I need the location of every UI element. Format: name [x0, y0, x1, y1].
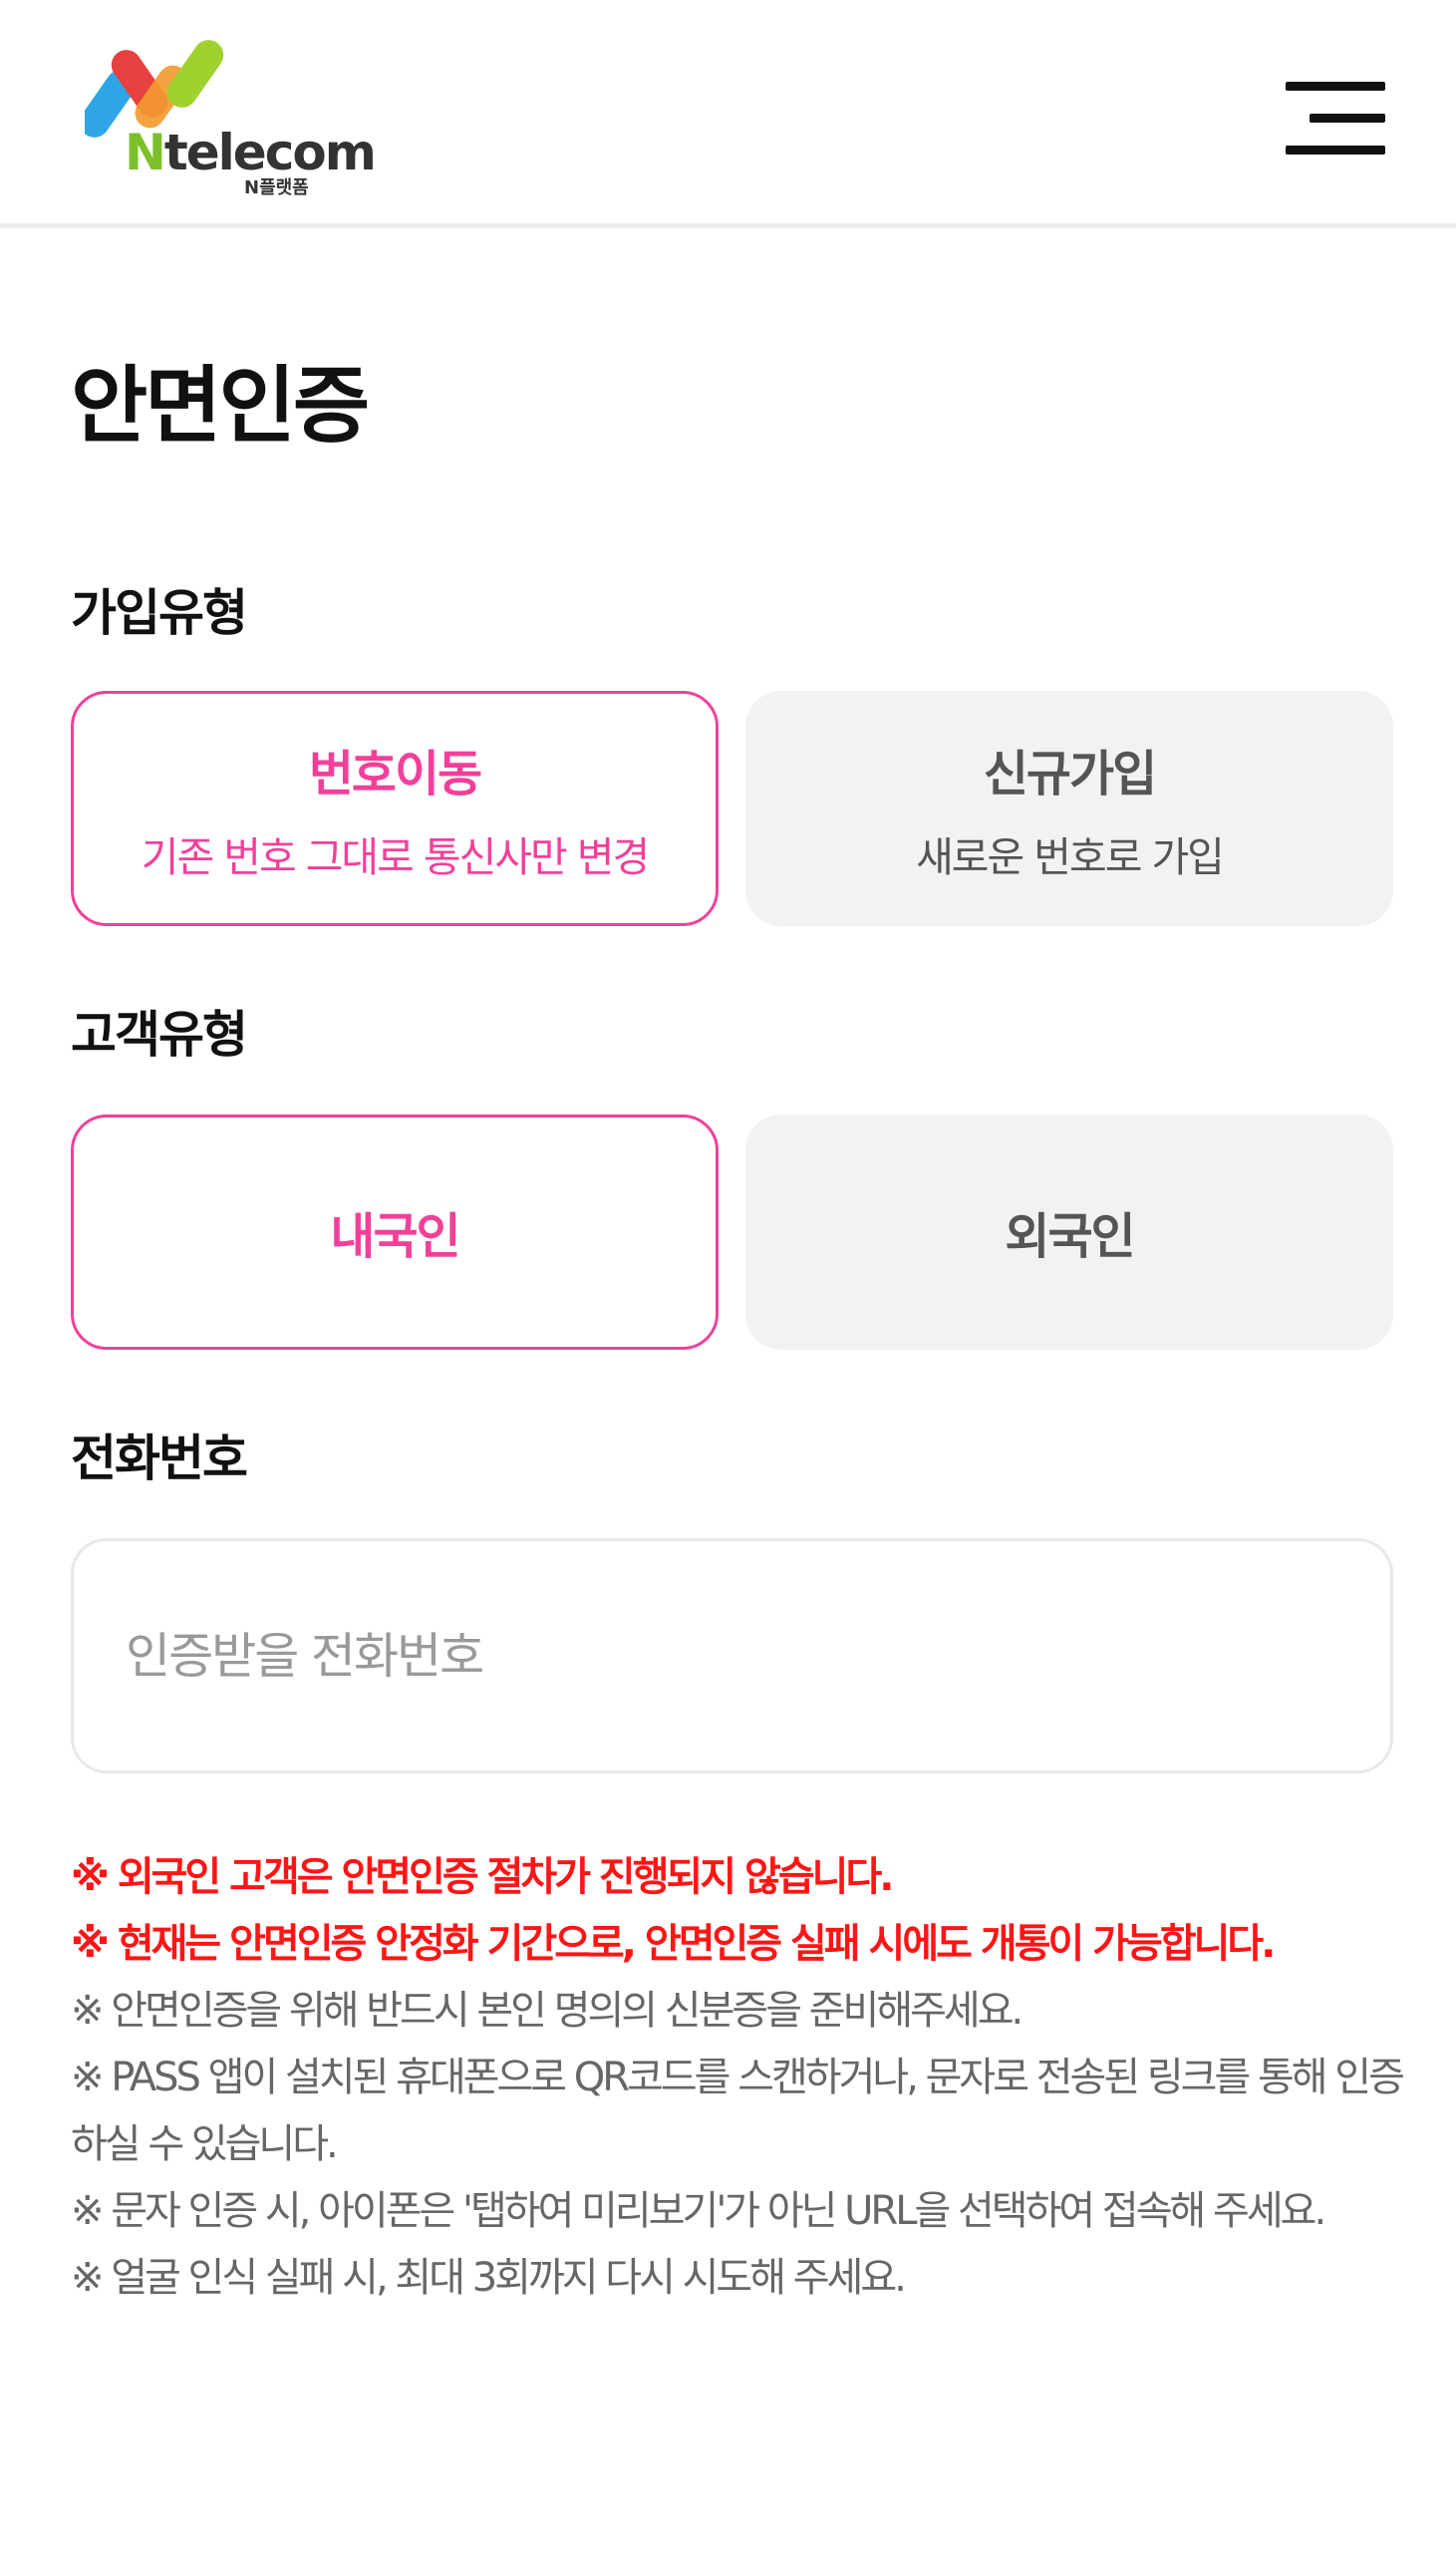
ntelecom-logo[interactable]: Ntelecom N플랫폼 [85, 36, 377, 198]
option-description: 기존 번호 그대로 통신사만 변경 [141, 832, 650, 881]
phone-label: 전화번호 [71, 1430, 248, 1487]
logo-wordmark-n: N [125, 124, 166, 181]
notice-item: ※ 외국인 고객은 안면인증 절차가 진행되지 않습니다. [71, 1854, 894, 1900]
customer-type-label: 고객유형 [71, 1006, 248, 1064]
join-type-option-new[interactable]: 신규가입 새로운 번호로 가입 [745, 691, 1393, 926]
notice-item: ※ PASS 앱이 설치된 휴대폰으로 QR코드를 스캔하거나, 문자로 전송된… [71, 2055, 1405, 2167]
top-header: Ntelecom N플랫폼 [0, 0, 1456, 228]
option-description: 새로운 번호로 가입 [916, 832, 1225, 881]
join-type-option-number-port[interactable]: 번호이동 기존 번호 그대로 통신사만 변경 [71, 691, 719, 926]
option-title: 번호이동 [308, 745, 482, 802]
notice-item: ※ 현재는 안면인증 안정화 기간으로, 안면인증 실패 시에도 개통이 가능합… [71, 1921, 1276, 1967]
option-title: 내국인 [330, 1207, 460, 1265]
page-title: 안면인증 [71, 357, 370, 455]
logo-subtext: N플랫폼 [244, 177, 309, 198]
option-title: 신규가입 [983, 745, 1157, 802]
customer-type-option-foreigner[interactable]: 외국인 [745, 1115, 1393, 1350]
join-type-label: 가입유형 [71, 584, 248, 642]
option-title: 외국인 [1005, 1207, 1135, 1265]
customer-type-option-domestic[interactable]: 내국인 [71, 1115, 719, 1350]
notice-item: ※ 얼굴 인식 실패 시, 최대 3회까지 다시 시도해 주세요. [71, 2255, 907, 2301]
notice-item: ※ 안면인증을 위해 반드시 본인 명의의 신분증을 준비해주세요. [71, 1988, 1023, 2034]
notice-list: ※ 외국인 고객은 안면인증 절차가 진행되지 않습니다. ※ 현재는 안면인증… [71, 1844, 1406, 2312]
phone-number-input[interactable] [71, 1538, 1393, 1773]
hamburger-menu-icon[interactable] [1286, 82, 1385, 157]
notice-item: ※ 문자 인증 시, 아이폰은 '탭하여 미리보기'가 아닌 URL을 선택하여… [71, 2188, 1326, 2234]
